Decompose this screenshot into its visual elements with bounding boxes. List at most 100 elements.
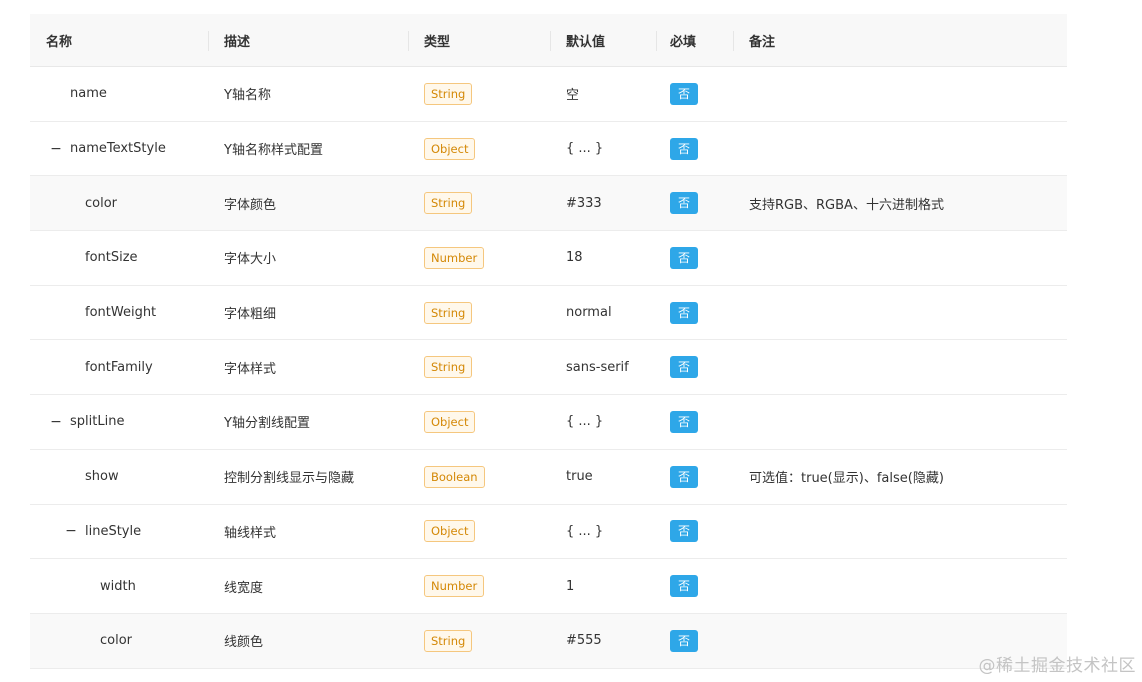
header-desc-label: 描述 bbox=[224, 34, 251, 50]
collapse-toggle-icon[interactable]: − bbox=[63, 523, 79, 539]
row-required-cell: 否 bbox=[656, 614, 733, 668]
column-divider bbox=[733, 31, 734, 51]
row-desc: Y轴名称样式配置 bbox=[224, 143, 323, 159]
row-default-cell: normal bbox=[550, 286, 656, 340]
required-badge: 否 bbox=[670, 575, 698, 598]
row-required-cell: 否 bbox=[656, 286, 733, 340]
row-default-cell: true bbox=[550, 450, 656, 504]
table-row: fontWeight 字体粗细 String normal 否 bbox=[30, 286, 1067, 341]
row-note-cell bbox=[733, 395, 1067, 449]
row-type-cell: String bbox=[408, 67, 550, 121]
row-default: { ... } bbox=[566, 141, 604, 157]
row-note-cell bbox=[733, 286, 1067, 340]
header-name: 名称 bbox=[30, 14, 208, 66]
required-badge: 否 bbox=[670, 465, 698, 488]
row-name: width bbox=[100, 578, 136, 594]
row-desc: 字体粗细 bbox=[224, 307, 277, 323]
column-divider bbox=[208, 31, 209, 51]
header-note: 备注 bbox=[733, 14, 1067, 66]
header-default-label: 默认值 bbox=[566, 34, 606, 50]
required-badge: 否 bbox=[670, 520, 698, 543]
column-divider bbox=[550, 31, 551, 51]
row-default: { ... } bbox=[566, 414, 604, 430]
row-name-cell: − nameTextStyle bbox=[30, 122, 208, 176]
row-desc-cell: Y轴名称 bbox=[208, 67, 408, 121]
row-name-cell: fontFamily bbox=[30, 340, 208, 394]
row-name: lineStyle bbox=[85, 523, 142, 539]
header-note-label: 备注 bbox=[749, 34, 776, 50]
table-row: name Y轴名称 String 空 否 bbox=[30, 67, 1067, 122]
row-default-cell: { ... } bbox=[550, 395, 656, 449]
row-name: color bbox=[100, 633, 133, 649]
row-default: 空 bbox=[566, 88, 580, 104]
row-name: fontFamily bbox=[85, 359, 153, 375]
row-note: 支持RGB、RGBA、十六进制格式 bbox=[749, 197, 944, 213]
row-default: true bbox=[566, 469, 593, 485]
required-badge: 否 bbox=[670, 192, 698, 215]
table-row: fontFamily 字体样式 String sans-serif 否 bbox=[30, 340, 1067, 396]
row-name: show bbox=[85, 469, 119, 485]
row-default: #333 bbox=[566, 195, 602, 211]
row-default-cell: sans-serif bbox=[550, 340, 656, 394]
row-desc: Y轴分割线配置 bbox=[224, 416, 310, 432]
row-desc-cell: 字体粗细 bbox=[208, 286, 408, 340]
row-type-cell: String bbox=[408, 286, 550, 340]
params-table: 名称 描述 类型 默认值 必填 备注 name Y轴名称 String 空 否 … bbox=[30, 14, 1067, 669]
row-desc-cell: Y轴分割线配置 bbox=[208, 395, 408, 449]
row-name-cell: show bbox=[30, 450, 208, 504]
column-divider bbox=[408, 31, 409, 51]
required-badge: 否 bbox=[670, 301, 698, 324]
table-row: color 线颜色 String #555 否 bbox=[30, 613, 1067, 669]
table-row: − nameTextStyle Y轴名称样式配置 Object { ... } 否 bbox=[30, 122, 1067, 177]
row-type-cell: Object bbox=[408, 395, 550, 449]
column-divider bbox=[656, 31, 657, 51]
row-required-cell: 否 bbox=[656, 559, 733, 613]
row-desc: 字体样式 bbox=[224, 361, 277, 377]
row-desc: 轴线样式 bbox=[224, 525, 277, 541]
row-name-cell: width bbox=[30, 559, 208, 613]
row-name-cell: − splitLine bbox=[30, 395, 208, 449]
row-default-cell: { ... } bbox=[550, 505, 656, 559]
type-tag: Number bbox=[424, 246, 485, 269]
row-type-cell: String bbox=[408, 340, 550, 394]
row-default-cell: 空 bbox=[550, 67, 656, 121]
row-name-cell: name bbox=[30, 67, 208, 121]
row-default-cell: { ... } bbox=[550, 122, 656, 176]
row-required-cell: 否 bbox=[656, 176, 733, 230]
table-row: − lineStyle 轴线样式 Object { ... } 否 bbox=[30, 505, 1067, 560]
header-required-label: 必填 bbox=[670, 34, 697, 50]
table-row: − splitLine Y轴分割线配置 Object { ... } 否 bbox=[30, 395, 1067, 450]
row-note-cell bbox=[733, 67, 1067, 121]
table-row: color 字体颜色 String #333 否 支持RGB、RGBA、十六进制… bbox=[30, 176, 1067, 232]
required-badge: 否 bbox=[670, 356, 698, 379]
row-desc-cell: 字体颜色 bbox=[208, 176, 408, 230]
type-tag: Object bbox=[424, 520, 476, 543]
row-name: name bbox=[70, 86, 107, 102]
row-required-cell: 否 bbox=[656, 505, 733, 559]
row-note-cell bbox=[733, 559, 1067, 613]
required-badge: 否 bbox=[670, 629, 698, 652]
row-default: sans-serif bbox=[566, 359, 629, 375]
row-name: splitLine bbox=[70, 414, 125, 430]
header-type-label: 类型 bbox=[424, 34, 451, 50]
row-note-cell: 可选值：true(显示)、false(隐藏) bbox=[733, 450, 1067, 504]
row-desc: 控制分割线显示与隐藏 bbox=[224, 471, 355, 487]
row-default-cell: #555 bbox=[550, 614, 656, 668]
table-row: show 控制分割线显示与隐藏 Boolean true 否 可选值：true(… bbox=[30, 450, 1067, 505]
row-desc-cell: 字体大小 bbox=[208, 231, 408, 285]
row-name: color bbox=[85, 195, 118, 211]
row-required-cell: 否 bbox=[656, 231, 733, 285]
row-default: #555 bbox=[566, 633, 602, 649]
collapse-toggle-icon[interactable]: − bbox=[48, 414, 64, 430]
row-note-cell bbox=[733, 505, 1067, 559]
watermark: @稀土掘金技术社区 bbox=[978, 656, 1136, 676]
row-desc-cell: Y轴名称样式配置 bbox=[208, 122, 408, 176]
collapse-toggle-icon[interactable]: − bbox=[48, 141, 64, 157]
row-name-cell: fontWeight bbox=[30, 286, 208, 340]
header-type: 类型 bbox=[408, 14, 550, 66]
row-type-cell: Object bbox=[408, 122, 550, 176]
required-badge: 否 bbox=[670, 82, 698, 105]
row-note-cell bbox=[733, 340, 1067, 394]
row-required-cell: 否 bbox=[656, 67, 733, 121]
header-default: 默认值 bbox=[550, 14, 656, 66]
